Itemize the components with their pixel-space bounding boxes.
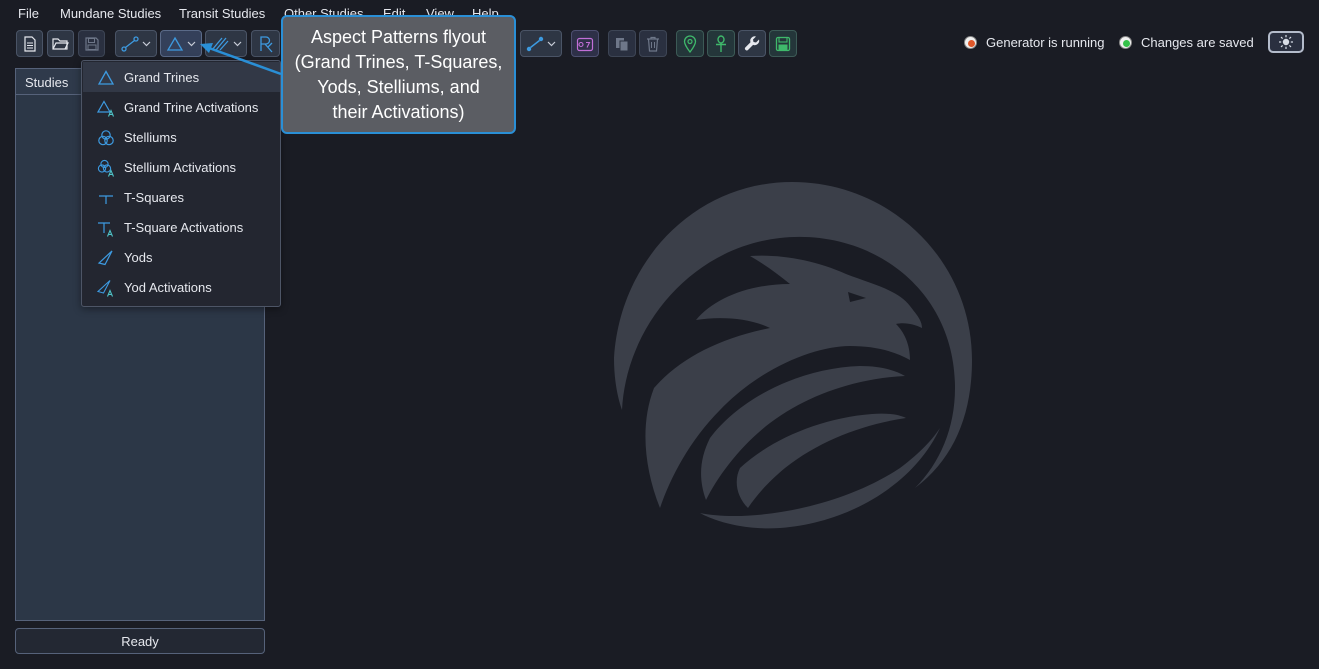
annotation-callout: Aspect Patterns flyout (Grand Trines, T-… <box>281 15 516 134</box>
generator-status: Generator is running <box>964 35 1105 50</box>
menu-transit-studies[interactable]: Transit Studies <box>179 6 265 21</box>
new-file-button[interactable] <box>16 30 43 57</box>
parallel-lines-icon <box>211 37 229 50</box>
stellium-icon <box>98 130 114 146</box>
t-square-activation-icon <box>98 222 114 237</box>
flyout-item-t-square-activations[interactable]: T-Square Activations <box>83 212 280 242</box>
delete-button[interactable] <box>639 30 667 57</box>
flyout-item-yod-activations[interactable]: Yod Activations <box>83 272 280 302</box>
ankh-icon <box>716 34 726 52</box>
triangle-icon <box>97 70 115 85</box>
settings-wrench-button[interactable] <box>738 30 766 57</box>
new-file-icon <box>23 35 36 52</box>
save-icon <box>84 36 99 51</box>
calendar-icon <box>576 37 594 51</box>
flyout-item-stellium-activations[interactable]: Stellium Activations <box>83 152 280 182</box>
triangle-activation-icon <box>97 100 115 117</box>
status-bar: Ready <box>15 628 265 654</box>
t-square-icon <box>99 195 113 204</box>
folder-open-icon <box>52 37 69 50</box>
status-bar-text: Ready <box>121 633 159 649</box>
yod-activation-icon <box>97 280 114 297</box>
flyout-item-grand-trines[interactable]: Grand Trines <box>83 62 280 92</box>
chevron-down-icon <box>142 41 151 46</box>
flyout-item-yods[interactable]: Yods <box>83 242 280 272</box>
studies-header-label: Studies <box>25 75 69 90</box>
aspect-patterns-dropdown-button[interactable] <box>160 30 202 57</box>
floppy-save-icon <box>775 36 791 51</box>
chevron-down-icon <box>233 41 242 46</box>
wrench-icon <box>744 36 759 51</box>
menu-file[interactable]: File <box>18 6 39 21</box>
connector-dropdown-button[interactable] <box>520 30 562 57</box>
sun-icon <box>1279 35 1293 49</box>
callout-line: Yods, Stelliums, and <box>317 77 480 97</box>
aspects-dropdown-button[interactable] <box>115 30 157 57</box>
parallels-dropdown-button[interactable] <box>205 30 247 57</box>
copy-icon <box>616 37 629 51</box>
flyout-item-stelliums[interactable]: Stelliums <box>83 122 280 152</box>
callout-line: Aspect Patterns flyout <box>310 27 487 47</box>
theme-toggle-button[interactable] <box>1268 31 1304 53</box>
yod-icon <box>97 250 113 266</box>
generator-status-text: Generator is running <box>986 35 1105 50</box>
saved-indicator <box>1119 36 1132 49</box>
triangle-icon <box>166 36 184 51</box>
ankh-button[interactable] <box>707 30 735 57</box>
copy-button[interactable] <box>608 30 636 57</box>
callout-line: (Grand Trines, T-Squares, <box>294 52 503 72</box>
trash-icon <box>647 36 659 52</box>
eagle-logo <box>614 182 972 529</box>
connector-icon <box>526 36 544 51</box>
aspect-line-icon <box>121 35 139 52</box>
aspect-patterns-flyout: Grand Trines Grand Trine Activations Ste… <box>81 60 281 307</box>
flyout-item-t-squares[interactable]: T-Squares <box>83 182 280 212</box>
retrograde-icon <box>259 35 272 52</box>
menu-bar: File Mundane Studies Transit Studies Oth… <box>0 0 1319 28</box>
flyout-item-grand-trine-activations[interactable]: Grand Trine Activations <box>83 92 280 122</box>
callout-line: their Activations) <box>332 102 465 122</box>
menu-mundane-studies[interactable]: Mundane Studies <box>60 6 161 21</box>
stellium-activation-icon <box>97 159 115 177</box>
save-status: Changes are saved <box>1119 35 1254 50</box>
save-all-button[interactable] <box>769 30 797 57</box>
open-folder-button[interactable] <box>47 30 74 57</box>
save-status-text: Changes are saved <box>1141 35 1254 50</box>
calendar-button[interactable] <box>571 30 599 57</box>
retrograde-button[interactable] <box>251 30 280 57</box>
chevron-down-icon <box>547 41 556 46</box>
generator-running-indicator <box>964 36 977 49</box>
map-pin-icon <box>683 34 697 53</box>
location-button[interactable] <box>676 30 704 57</box>
chevron-down-icon <box>187 41 196 46</box>
save-button[interactable] <box>78 30 105 57</box>
